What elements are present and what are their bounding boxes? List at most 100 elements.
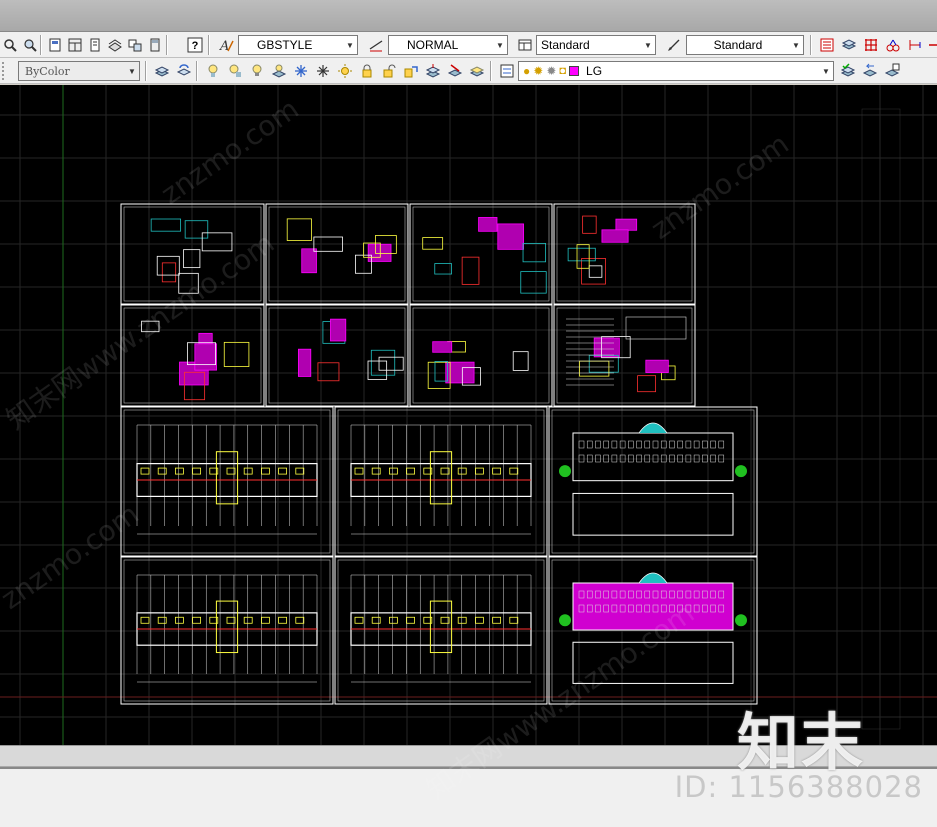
layer-isolate-icon[interactable] xyxy=(203,61,222,80)
detail-mark xyxy=(286,218,312,241)
layer-walk-icon[interactable] xyxy=(467,61,486,80)
viewcube-region xyxy=(861,108,901,730)
tree-mark xyxy=(735,614,747,627)
room-mark xyxy=(371,467,381,475)
make-current-icon[interactable] xyxy=(838,61,857,80)
watermark-id: ID: 1156388028 xyxy=(674,770,923,804)
layer-previous-icon[interactable] xyxy=(174,61,193,80)
chevron-down-icon: ▼ xyxy=(644,40,652,50)
room-mark xyxy=(243,467,253,475)
table-style-icon[interactable] xyxy=(515,35,534,54)
grid-icon[interactable] xyxy=(861,35,880,54)
sun-icon[interactable] xyxy=(335,61,354,80)
toolbar-separator xyxy=(208,35,210,55)
layer-delete-icon[interactable] xyxy=(445,61,464,80)
multileader-style-icon[interactable] xyxy=(664,35,683,54)
sheet-border xyxy=(123,409,331,554)
layer-lock-icon[interactable] xyxy=(357,61,376,80)
toolbar-separator xyxy=(166,35,168,55)
multileader-style-select[interactable]: Standard ▼ xyxy=(686,35,804,55)
room-mark xyxy=(157,616,167,624)
help-icon[interactable]: ? xyxy=(185,35,204,54)
layer-unisolate-icon[interactable] xyxy=(225,61,244,80)
design-center-icon[interactable] xyxy=(65,35,84,54)
room-mark xyxy=(140,616,150,624)
layer-states-manager-icon[interactable] xyxy=(882,61,901,80)
window-mark xyxy=(693,440,700,449)
color-control-select[interactable]: ByColor ▼ xyxy=(18,61,140,81)
room-mark xyxy=(140,467,150,475)
room-mark xyxy=(192,467,202,475)
room-mark xyxy=(492,467,502,475)
detail-mark xyxy=(330,318,347,342)
detail-mark xyxy=(422,237,444,250)
window-mark xyxy=(603,440,609,449)
window-mark xyxy=(619,440,626,449)
detail-mark xyxy=(520,271,547,294)
layer-states-icon[interactable] xyxy=(817,35,836,54)
svg-text:?: ? xyxy=(191,40,198,52)
toolbar-separator xyxy=(145,61,147,81)
layer-control-select[interactable]: ● ✹ ✹ ◘ LG ▼ xyxy=(518,61,834,81)
room-mark xyxy=(406,467,416,475)
chevron-down-icon: ▼ xyxy=(792,40,800,50)
layer-manager-icon[interactable] xyxy=(497,61,516,80)
room-mark xyxy=(388,616,398,624)
detail-mark xyxy=(161,262,177,283)
drawing-canvas[interactable] xyxy=(0,85,937,745)
detail-mark xyxy=(301,248,317,274)
dimension-icon[interactable] xyxy=(905,35,924,54)
unlock-state-icon: ◘ xyxy=(559,65,567,77)
schedule-table xyxy=(625,316,687,340)
styles-toolbar: ? A GBSTYLE ▼ NORMAL ▼ Standard ▼ Standa… xyxy=(0,32,937,58)
constraint-icon[interactable] xyxy=(883,35,902,54)
freeze-icon[interactable] xyxy=(291,61,310,80)
window-mark xyxy=(586,440,593,449)
detail-mark xyxy=(645,359,669,373)
viewport-freeze-icon: ✹ xyxy=(546,64,557,78)
detail-mark xyxy=(184,220,209,239)
dome-mark xyxy=(638,422,668,434)
thaw-icon[interactable] xyxy=(313,61,332,80)
layer-change-icon[interactable] xyxy=(401,61,420,80)
room-mark xyxy=(174,467,184,475)
room-mark xyxy=(278,467,288,475)
room-mark xyxy=(295,467,305,475)
detail-mark xyxy=(637,375,657,393)
layer-unlock-icon[interactable] xyxy=(379,61,398,80)
toolbar-separator xyxy=(810,35,812,55)
layer-properties-icon[interactable] xyxy=(152,61,171,80)
text-style-select[interactable]: GBSTYLE ▼ xyxy=(238,35,358,55)
markup-icon[interactable] xyxy=(125,35,144,54)
detail-mark xyxy=(461,256,480,285)
model-space[interactable] xyxy=(0,85,937,745)
layer-match-icon[interactable] xyxy=(269,61,288,80)
detail-mark xyxy=(579,360,610,377)
bulb-icon[interactable] xyxy=(247,61,266,80)
table-style-select[interactable]: Standard ▼ xyxy=(536,35,656,55)
window-mark xyxy=(636,440,642,449)
zoom-window-icon[interactable] xyxy=(20,35,39,54)
layer-previous-state-icon[interactable] xyxy=(860,61,879,80)
sheet-set-icon[interactable] xyxy=(105,35,124,54)
toolbar-overflow-icon[interactable] xyxy=(925,35,937,54)
layer-merge-icon[interactable] xyxy=(423,61,442,80)
room-mark xyxy=(406,616,416,624)
layers-icon[interactable] xyxy=(839,35,858,54)
calculator-icon[interactable] xyxy=(145,35,164,54)
zoom-realtime-icon[interactable] xyxy=(0,35,19,54)
window-mark xyxy=(677,440,683,449)
dim-style-select[interactable]: NORMAL ▼ xyxy=(388,35,508,55)
properties-toolbar: ByColor ▼ ● ✹ ✹ ◘ LG ▼ xyxy=(0,58,937,84)
detail-mark xyxy=(588,265,603,278)
dim-style-icon[interactable] xyxy=(366,35,385,54)
room-mark xyxy=(260,616,270,624)
properties-icon[interactable] xyxy=(45,35,64,54)
room-mark xyxy=(509,616,519,624)
toolbar-grip[interactable] xyxy=(2,62,6,80)
tool-palettes-icon[interactable] xyxy=(85,35,104,54)
text-style-icon[interactable]: A xyxy=(216,35,235,54)
floor-plan-1 xyxy=(120,406,334,557)
window-mark xyxy=(669,440,675,449)
detail-mark xyxy=(522,242,547,263)
